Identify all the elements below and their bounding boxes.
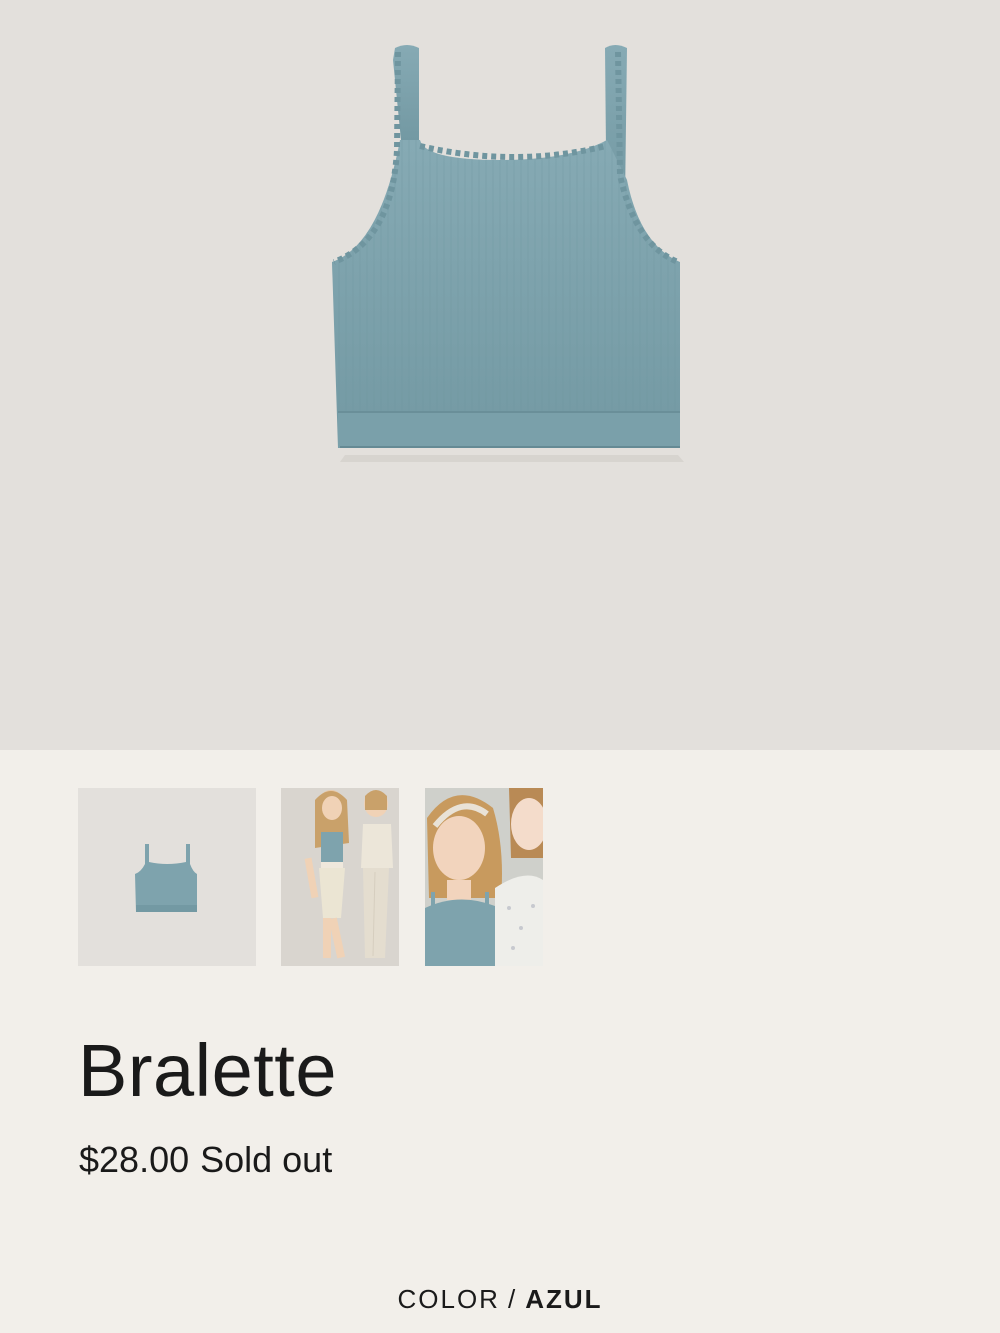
thumbnail-models-closeup[interactable]	[425, 788, 543, 966]
thumbnail-product-flat-lay[interactable]	[78, 788, 256, 966]
color-label: COLOR	[397, 1284, 500, 1314]
selected-color: AZUL	[525, 1284, 603, 1314]
sold-out-label: Sold out	[200, 1139, 333, 1180]
bralette-illustration	[332, 45, 684, 462]
thumbnail-models-walking[interactable]	[281, 788, 399, 966]
main-product-image[interactable]	[0, 0, 1000, 750]
product-title: Bralette	[78, 1029, 338, 1112]
product-price: $28.00	[79, 1139, 190, 1180]
color-selector: COLOR / AZUL	[0, 1284, 1000, 1315]
price-availability: $28.00 Sold out	[79, 1138, 332, 1181]
color-separator: /	[507, 1284, 518, 1314]
